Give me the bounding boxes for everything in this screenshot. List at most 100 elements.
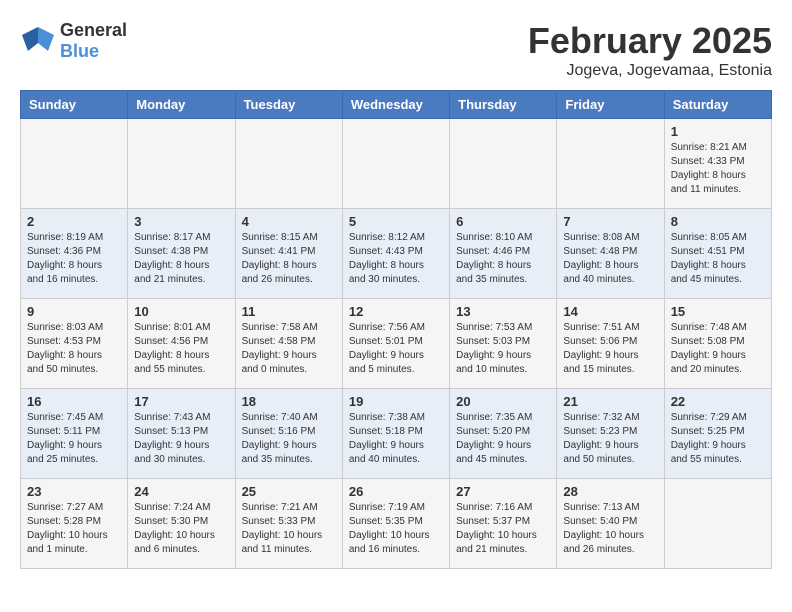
- day-cell: 15 Sunrise: 7:48 AM Sunset: 5:08 PM Dayli…: [664, 299, 771, 389]
- logo: GeneralBlue: [20, 20, 127, 62]
- day-number: 15: [671, 304, 765, 319]
- day-info: Sunrise: 7:48 AM Sunset: 5:08 PM Dayligh…: [671, 321, 765, 377]
- day-cell: 12 Sunrise: 7:56 AM Sunset: 5:01 PM Dayli…: [342, 299, 449, 389]
- day-number: 10: [134, 304, 228, 319]
- weekday-header-tuesday: Tuesday: [235, 91, 342, 119]
- day-cell: 6 Sunrise: 8:10 AM Sunset: 4:46 PM Daylig…: [450, 209, 557, 299]
- day-info: Sunrise: 7:58 AM Sunset: 4:58 PM Dayligh…: [242, 321, 336, 377]
- day-number: 8: [671, 214, 765, 229]
- day-number: 2: [27, 214, 121, 229]
- day-cell: 8Sunrise: 8:05 AM Sunset: 4:51 PM Daylig…: [664, 209, 771, 299]
- header: GeneralBlue February 2025 Jogeva, Jogeva…: [20, 20, 772, 80]
- day-cell: 2 Sunrise: 8:19 AM Sunset: 4:36 PM Daylig…: [21, 209, 128, 299]
- day-info: Sunrise: 7:32 AM Sunset: 5:23 PM Dayligh…: [563, 411, 657, 467]
- day-cell: 17Sunrise: 7:43 AM Sunset: 5:13 PM Dayli…: [128, 389, 235, 479]
- day-number: 20: [456, 394, 550, 409]
- day-number: 1: [671, 124, 765, 139]
- weekday-header-sunday: Sunday: [21, 91, 128, 119]
- day-info: Sunrise: 8:19 AM Sunset: 4:36 PM Dayligh…: [27, 231, 121, 287]
- day-cell: 10 Sunrise: 8:01 AM Sunset: 4:56 PM Dayli…: [128, 299, 235, 389]
- weekday-header-thursday: Thursday: [450, 91, 557, 119]
- subtitle: Jogeva, Jogevamaa, Estonia: [528, 62, 772, 80]
- day-info: Sunrise: 8:12 AM Sunset: 4:43 PM Dayligh…: [349, 231, 443, 287]
- day-cell: [342, 119, 449, 209]
- day-number: 4: [242, 214, 336, 229]
- day-info: Sunrise: 7:21 AM Sunset: 5:33 PM Dayligh…: [242, 501, 336, 557]
- day-info: Sunrise: 8:21 AM Sunset: 4:33 PM Dayligh…: [671, 141, 765, 197]
- day-info: Sunrise: 7:35 AM Sunset: 5:20 PM Dayligh…: [456, 411, 550, 467]
- day-info: Sunrise: 8:17 AM Sunset: 4:38 PM Dayligh…: [134, 231, 228, 287]
- day-info: Sunrise: 7:45 AM Sunset: 5:11 PM Dayligh…: [27, 411, 121, 467]
- week-row-5: 23 Sunrise: 7:27 AM Sunset: 5:28 PM Dayli…: [21, 479, 772, 569]
- day-number: 6: [456, 214, 550, 229]
- logo-text: GeneralBlue: [60, 20, 127, 62]
- day-cell: 27 Sunrise: 7:16 AM Sunset: 5:37 PM Dayli…: [450, 479, 557, 569]
- logo-blue-text: Blue: [60, 41, 99, 61]
- day-info: Sunrise: 8:10 AM Sunset: 4:46 PM Dayligh…: [456, 231, 550, 287]
- day-cell: 13 Sunrise: 7:53 AM Sunset: 5:03 PM Dayli…: [450, 299, 557, 389]
- day-info: Sunrise: 7:40 AM Sunset: 5:16 PM Dayligh…: [242, 411, 336, 467]
- day-info: Sunrise: 7:19 AM Sunset: 5:35 PM Dayligh…: [349, 501, 443, 557]
- day-info: Sunrise: 7:29 AM Sunset: 5:25 PM Dayligh…: [671, 411, 765, 467]
- day-cell: 24 Sunrise: 7:24 AM Sunset: 5:30 PM Dayli…: [128, 479, 235, 569]
- day-cell: [450, 119, 557, 209]
- day-cell: 26 Sunrise: 7:19 AM Sunset: 5:35 PM Dayli…: [342, 479, 449, 569]
- day-number: 18: [242, 394, 336, 409]
- day-cell: 25 Sunrise: 7:21 AM Sunset: 5:33 PM Dayli…: [235, 479, 342, 569]
- day-info: Sunrise: 7:16 AM Sunset: 5:37 PM Dayligh…: [456, 501, 550, 557]
- day-info: Sunrise: 7:24 AM Sunset: 5:30 PM Dayligh…: [134, 501, 228, 557]
- day-number: 12: [349, 304, 443, 319]
- day-cell: 11 Sunrise: 7:58 AM Sunset: 4:58 PM Dayli…: [235, 299, 342, 389]
- day-number: 25: [242, 484, 336, 499]
- day-number: 16: [27, 394, 121, 409]
- day-cell: [664, 479, 771, 569]
- day-number: 9: [27, 304, 121, 319]
- day-cell: [128, 119, 235, 209]
- logo-icon: [20, 23, 56, 59]
- day-number: 24: [134, 484, 228, 499]
- day-cell: 19 Sunrise: 7:38 AM Sunset: 5:18 PM Dayli…: [342, 389, 449, 479]
- day-info: Sunrise: 7:27 AM Sunset: 5:28 PM Dayligh…: [27, 501, 121, 557]
- day-info: Sunrise: 7:56 AM Sunset: 5:01 PM Dayligh…: [349, 321, 443, 377]
- weekday-header-row: SundayMondayTuesdayWednesdayThursdayFrid…: [21, 91, 772, 119]
- day-number: 14: [563, 304, 657, 319]
- day-cell: 28Sunrise: 7:13 AM Sunset: 5:40 PM Dayli…: [557, 479, 664, 569]
- day-number: 26: [349, 484, 443, 499]
- day-cell: 3 Sunrise: 8:17 AM Sunset: 4:38 PM Daylig…: [128, 209, 235, 299]
- day-cell: 5 Sunrise: 8:12 AM Sunset: 4:43 PM Daylig…: [342, 209, 449, 299]
- day-number: 11: [242, 304, 336, 319]
- day-number: 27: [456, 484, 550, 499]
- day-number: 21: [563, 394, 657, 409]
- day-info: Sunrise: 7:51 AM Sunset: 5:06 PM Dayligh…: [563, 321, 657, 377]
- day-cell: [21, 119, 128, 209]
- day-cell: 1 Sunrise: 8:21 AM Sunset: 4:33 PM Daylig…: [664, 119, 771, 209]
- day-cell: 9 Sunrise: 8:03 AM Sunset: 4:53 PM Daylig…: [21, 299, 128, 389]
- day-cell: 14 Sunrise: 7:51 AM Sunset: 5:06 PM Dayli…: [557, 299, 664, 389]
- day-number: 5: [349, 214, 443, 229]
- day-cell: 20 Sunrise: 7:35 AM Sunset: 5:20 PM Dayli…: [450, 389, 557, 479]
- day-info: Sunrise: 8:08 AM Sunset: 4:48 PM Dayligh…: [563, 231, 657, 287]
- day-cell: 4Sunrise: 8:15 AM Sunset: 4:41 PM Daylig…: [235, 209, 342, 299]
- day-number: 3: [134, 214, 228, 229]
- week-row-4: 16 Sunrise: 7:45 AM Sunset: 5:11 PM Dayli…: [21, 389, 772, 479]
- day-info: Sunrise: 7:38 AM Sunset: 5:18 PM Dayligh…: [349, 411, 443, 467]
- day-cell: [557, 119, 664, 209]
- day-number: 13: [456, 304, 550, 319]
- week-row-3: 9 Sunrise: 8:03 AM Sunset: 4:53 PM Daylig…: [21, 299, 772, 389]
- day-number: 23: [27, 484, 121, 499]
- day-cell: 18 Sunrise: 7:40 AM Sunset: 5:16 PM Dayli…: [235, 389, 342, 479]
- calendar-table: SundayMondayTuesdayWednesdayThursdayFrid…: [20, 90, 772, 569]
- day-cell: 23 Sunrise: 7:27 AM Sunset: 5:28 PM Dayli…: [21, 479, 128, 569]
- day-info: Sunrise: 7:53 AM Sunset: 5:03 PM Dayligh…: [456, 321, 550, 377]
- day-info: Sunrise: 8:01 AM Sunset: 4:56 PM Dayligh…: [134, 321, 228, 377]
- weekday-header-saturday: Saturday: [664, 91, 771, 119]
- logo-general-text: General: [60, 20, 127, 40]
- day-number: 19: [349, 394, 443, 409]
- day-info: Sunrise: 8:03 AM Sunset: 4:53 PM Dayligh…: [27, 321, 121, 377]
- title-area: February 2025 Jogeva, Jogevamaa, Estonia: [528, 20, 772, 80]
- day-number: 7: [563, 214, 657, 229]
- day-cell: 7 Sunrise: 8:08 AM Sunset: 4:48 PM Daylig…: [557, 209, 664, 299]
- day-cell: 21 Sunrise: 7:32 AM Sunset: 5:23 PM Dayli…: [557, 389, 664, 479]
- day-cell: [235, 119, 342, 209]
- weekday-header-friday: Friday: [557, 91, 664, 119]
